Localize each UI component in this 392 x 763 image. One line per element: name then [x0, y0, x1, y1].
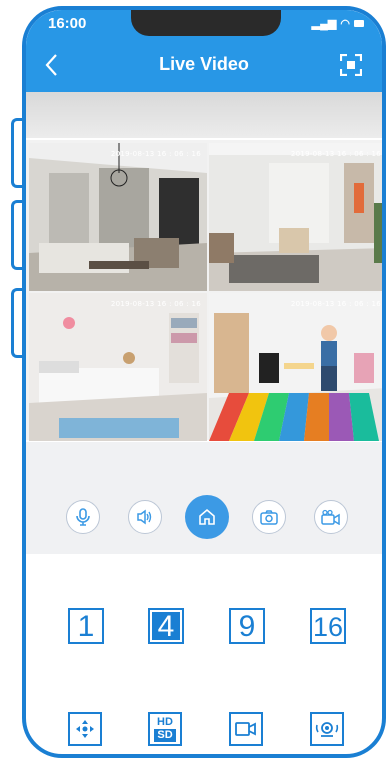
microphone-icon: [76, 508, 90, 526]
direction-pad-icon: [76, 720, 94, 738]
video-top-bar: [26, 92, 382, 138]
bedroom-image: [29, 293, 207, 441]
phone-frame: 16:00 ▂▄▆ ◠ Live Video 2019-08-13 16: 0…: [22, 6, 386, 758]
layout-4-button[interactable]: 4: [148, 608, 184, 644]
video-record-icon: [321, 509, 340, 525]
page-title: Live Video: [159, 54, 249, 74]
record-button[interactable]: [314, 500, 348, 534]
layout-1-button[interactable]: 1: [68, 608, 104, 644]
record-mode-button[interactable]: [229, 712, 263, 746]
hd-sd-button[interactable]: HD SD: [148, 712, 182, 746]
camera-feed-1[interactable]: 2019-08-13 16 : 06 : 16: [29, 143, 207, 291]
home-icon: [199, 508, 215, 525]
battery-icon: [354, 20, 364, 27]
home-button[interactable]: [185, 495, 229, 539]
status-time: 16:00: [48, 15, 87, 32]
kids-room-image: [209, 293, 382, 441]
camera-timestamp: 2019-08-13 16 : 06 : 16: [110, 150, 201, 158]
layout-16-button[interactable]: 16: [310, 608, 346, 644]
pan-camera-icon: [315, 722, 339, 737]
camera-timestamp: 2019-08-13 16 : 06 : 16: [290, 300, 381, 308]
speaker-icon: [137, 509, 152, 525]
camera-timestamp: 2019-08-13 16 : 06 : 16: [110, 300, 201, 308]
layout-9-button[interactable]: 9: [229, 608, 265, 644]
camera-icon: [260, 510, 278, 525]
camera-feed-4[interactable]: 2019-08-13 16 : 06 : 16: [209, 293, 382, 441]
sd-label: SD: [154, 729, 176, 742]
control-toolbar: [42, 495, 348, 542]
notch: [131, 10, 281, 36]
camera-grid: 2019-08-13 16 : 06 : 16 2019-08-13 16 : …: [26, 140, 382, 441]
camera-feed-2[interactable]: 2019-08-13 16 : 06 : 16: [209, 143, 382, 291]
speaker-button[interactable]: [128, 500, 162, 534]
header: Live Video: [26, 40, 382, 92]
microphone-button[interactable]: [66, 500, 100, 534]
camera-feed-3[interactable]: 2019-08-13 16 : 06 : 16: [29, 293, 207, 441]
wifi-icon: ◠: [340, 18, 350, 30]
snapshot-button[interactable]: [252, 500, 286, 534]
fullscreen-icon[interactable]: [340, 54, 362, 76]
living-room-image: [29, 143, 207, 291]
pan-tilt-camera-button[interactable]: [310, 712, 344, 746]
ptz-button[interactable]: [68, 712, 102, 746]
hd-label: HD: [157, 716, 173, 728]
signal-icon: ▂▄▆: [311, 18, 337, 30]
camera-timestamp: 2019-08-13 16 : 06 : 16: [290, 150, 381, 158]
bright-room-image: [209, 143, 382, 291]
video-icon: [235, 722, 256, 736]
